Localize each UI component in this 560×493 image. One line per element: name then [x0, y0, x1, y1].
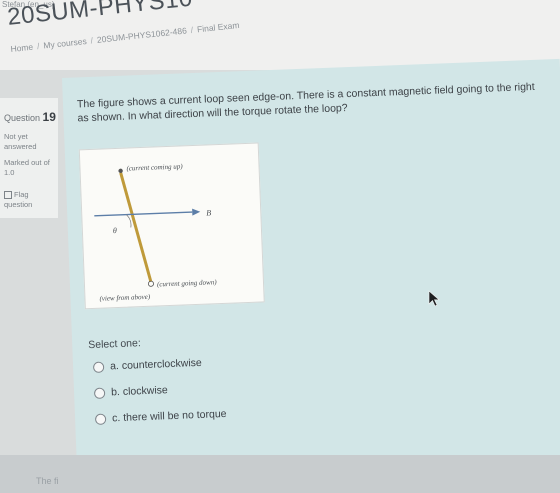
- next-question-text: The fi: [36, 476, 59, 486]
- breadcrumb-separator: /: [190, 24, 194, 36]
- label-view-from-above: (view from above): [99, 293, 151, 303]
- field-arrowhead: [192, 208, 201, 216]
- mouse-cursor-icon: [428, 290, 440, 307]
- loop-edge: [119, 172, 153, 283]
- select-one-label: Select one:: [88, 337, 142, 352]
- answer-option-c[interactable]: c. there will be no torque: [94, 407, 227, 425]
- radio-button[interactable]: [92, 361, 105, 373]
- current-loop-diagram: (current coming up) (current going down)…: [94, 162, 218, 303]
- label-current-down: (current going down): [157, 278, 218, 288]
- answer-option-a[interactable]: a. counterclockwise: [92, 356, 202, 373]
- question-number: Question 19: [4, 110, 56, 124]
- answer-option-b[interactable]: b. clockwise: [93, 384, 168, 399]
- radio-button[interactable]: [93, 387, 106, 399]
- answer-option-text: counterclockwise: [121, 356, 202, 372]
- page-header: Stefan (en_us) 20SUM-PHYS10 Home / My cour…: [0, 0, 560, 70]
- breadcrumb-section[interactable]: Final Exam: [197, 20, 240, 34]
- question-figure: (current coming up) (current going down)…: [78, 142, 265, 310]
- next-question-panel: [0, 455, 560, 493]
- breadcrumb-home[interactable]: Home: [10, 42, 34, 54]
- question-info-panel: Question 19 Not yet answered Marked out …: [0, 98, 58, 218]
- radio-button[interactable]: [94, 413, 107, 425]
- question-marks-value: 1.0: [4, 168, 15, 177]
- theta-arc: [126, 214, 132, 228]
- flag-question-button[interactable]: Flag: [4, 190, 29, 200]
- question-status: Not yet: [4, 132, 28, 141]
- current-down-cross: [147, 280, 154, 287]
- flag-question-label[interactable]: question: [4, 200, 32, 209]
- question-text: The figure shows a current loop seen edg…: [76, 80, 535, 125]
- quiz-page: Stefan (en_us) 20SUM-PHYS10 Home / My cour…: [0, 0, 560, 493]
- question-marks: Marked out of: [4, 158, 50, 167]
- answer-option-text: clockwise: [122, 384, 168, 398]
- question-content: The figure shows a current loop seen edg…: [62, 58, 560, 478]
- answer-option-text: there will be no torque: [123, 407, 227, 424]
- label-current-up: (current coming up): [126, 162, 183, 172]
- flag-icon: [4, 191, 12, 200]
- question-status-2: answered: [4, 142, 37, 151]
- breadcrumb-course[interactable]: 20SUM-PHYS1062-486: [96, 25, 187, 44]
- breadcrumb-separator: /: [36, 40, 40, 52]
- label-b-field: B: [206, 208, 211, 217]
- breadcrumb-my-courses[interactable]: My courses: [43, 36, 87, 50]
- field-line: [94, 211, 193, 217]
- current-up-dot: [118, 168, 123, 174]
- label-theta: θ: [113, 226, 117, 235]
- breadcrumb-separator: /: [90, 35, 94, 46]
